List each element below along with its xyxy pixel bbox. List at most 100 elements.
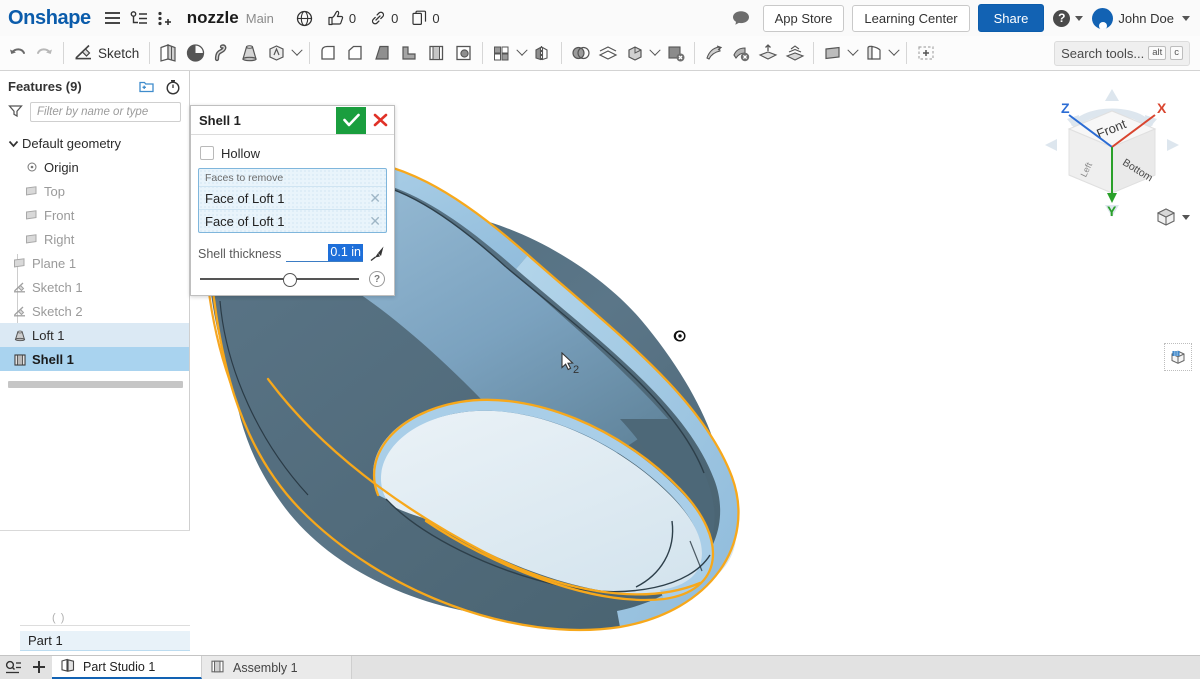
learning-center-button[interactable]: Learning Center [852, 4, 970, 32]
tree-item-right[interactable]: Right [0, 227, 189, 251]
pattern-icon[interactable] [488, 38, 515, 68]
onshape-logo[interactable]: Onshape [8, 7, 91, 30]
document-title[interactable]: nozzle [187, 8, 239, 28]
tree-item-sketch-2[interactable]: Sketch 2 [0, 299, 189, 323]
sketch-icon [10, 281, 30, 294]
tree-item-plane-1[interactable]: Plane 1 [0, 251, 189, 275]
list-item[interactable]: Face of Loft 1 ✕ [199, 209, 386, 232]
tab-assembly-1[interactable]: Assembly 1 [202, 656, 352, 679]
links-stat[interactable]: 0 [370, 10, 398, 26]
view-cube[interactable]: Front Bottom Left Z X Y [1037, 83, 1187, 223]
shell-thickness-input[interactable]: 0.1 in [286, 243, 363, 262]
delete-face-icon[interactable] [727, 38, 754, 68]
hamburger-icon[interactable] [101, 5, 125, 31]
chevron-down-icon[interactable] [290, 39, 304, 67]
variable-icon[interactable] [912, 38, 939, 68]
tree-item-shell-1[interactable]: Shell 1 [0, 347, 189, 371]
revolve-icon[interactable] [182, 38, 209, 68]
user-menu[interactable]: John Doe [1092, 7, 1190, 29]
plus-icon[interactable] [26, 655, 52, 679]
slider-knob[interactable] [282, 273, 297, 287]
share-button[interactable]: Share [977, 4, 1045, 32]
tab-search-icon[interactable] [0, 655, 26, 679]
fillet-icon[interactable] [315, 38, 342, 68]
draft-icon[interactable] [369, 38, 396, 68]
question-mark-icon[interactable]: ? [369, 271, 385, 287]
chamfer-icon[interactable] [342, 38, 369, 68]
funnel-filter-icon[interactable] [8, 104, 23, 121]
history-timer-icon[interactable] [165, 79, 181, 95]
shell-icon[interactable] [423, 38, 450, 68]
hole-icon[interactable] [450, 38, 477, 68]
close-icon[interactable]: ✕ [369, 191, 381, 205]
app-store-button[interactable]: App Store [762, 4, 845, 32]
boolean-icon[interactable] [567, 38, 594, 68]
tree-item-label: Default geometry [22, 135, 121, 151]
tree-item-origin[interactable]: Origin [0, 155, 189, 179]
tree-item-sketch-1[interactable]: Sketch 1 [0, 275, 189, 299]
tree-item-label: Right [44, 231, 75, 247]
parts-divider [20, 625, 190, 626]
sketch-button[interactable]: Sketch [69, 39, 144, 67]
accept-button[interactable] [336, 106, 366, 134]
new-folder-icon[interactable] [138, 79, 155, 94]
chevron-down-icon[interactable] [648, 39, 662, 67]
toolbar-divider [309, 42, 311, 64]
dialog-header: Shell 1 [191, 106, 394, 135]
help-menu[interactable]: ? [1053, 9, 1084, 27]
workspace-label[interactable]: Main [246, 11, 274, 26]
chevron-down-icon[interactable] [515, 39, 529, 67]
likes-stat[interactable]: 0 [327, 10, 356, 26]
delete-part-icon[interactable] [662, 38, 689, 68]
chevron-down-icon[interactable] [6, 138, 20, 149]
cancel-button[interactable] [366, 106, 394, 134]
list-item[interactable]: Part 1 [20, 630, 190, 651]
measure-pen-icon[interactable] [367, 245, 387, 262]
hollow-checkbox-row[interactable]: Hollow [198, 142, 387, 164]
comment-icon[interactable] [729, 5, 753, 31]
search-tools-input[interactable]: Search tools... alt c [1054, 40, 1190, 66]
parts-panel: ( ) Part 1 [0, 530, 190, 655]
plane-icon[interactable] [819, 38, 846, 68]
dialog-body: Hollow Faces to remove Face of Loft 1 ✕ … [191, 135, 394, 295]
hollow-checkbox[interactable] [200, 146, 214, 160]
slider-track [200, 278, 359, 280]
sweep-icon[interactable] [209, 38, 236, 68]
close-icon[interactable]: ✕ [369, 214, 381, 228]
onshape-window: Onshape nozzle Main 0 0 0 App Store Lear… [0, 0, 1200, 679]
tree-item-default-geometry[interactable]: Default geometry [0, 131, 189, 155]
tree-item-front[interactable]: Front [0, 203, 189, 227]
faces-to-remove-query[interactable]: Faces to remove Face of Loft 1 ✕ Face of… [198, 168, 387, 233]
split-icon[interactable] [594, 38, 621, 68]
extrude-icon[interactable] [155, 38, 182, 68]
tree-item-loft-1[interactable]: Loft 1 [0, 323, 189, 347]
document-stats: 0 0 0 [296, 10, 454, 27]
chevron-down-icon[interactable] [887, 39, 901, 67]
mirror-icon[interactable] [529, 38, 556, 68]
undo-icon[interactable] [4, 38, 31, 68]
list-item[interactable]: Face of Loft 1 ✕ [199, 186, 386, 209]
chevron-down-icon[interactable] [846, 39, 860, 67]
replace-face-icon[interactable] [754, 38, 781, 68]
version-graph-icon[interactable] [127, 5, 151, 31]
offset-face-icon[interactable] [781, 38, 808, 68]
globe-icon[interactable] [296, 10, 313, 27]
tab-part-studio-1[interactable]: Part Studio 1 [52, 656, 202, 679]
redo-icon[interactable] [31, 38, 58, 68]
copies-stat[interactable]: 0 [412, 10, 440, 26]
transform-icon[interactable] [621, 38, 648, 68]
view-home-cube-icon[interactable] [1155, 206, 1190, 228]
display-state-icon[interactable] [1164, 343, 1192, 371]
loft-icon[interactable] [236, 38, 263, 68]
more-create-icon[interactable] [263, 38, 290, 68]
feature-tree-scrollbar[interactable] [8, 381, 183, 388]
sheet-metal-icon[interactable] [860, 38, 887, 68]
move-face-icon[interactable] [700, 38, 727, 68]
document-tab-bar: Part Studio 1 Assembly 1 [0, 655, 1200, 679]
shell-thickness-slider[interactable] [200, 272, 359, 287]
tree-item-top[interactable]: Top [0, 179, 189, 203]
chevron-down-icon[interactable] [1182, 214, 1190, 220]
filter-input[interactable]: Filter by name or type [30, 102, 181, 122]
insert-feature-icon[interactable] [153, 5, 177, 31]
rib-icon[interactable] [396, 38, 423, 68]
